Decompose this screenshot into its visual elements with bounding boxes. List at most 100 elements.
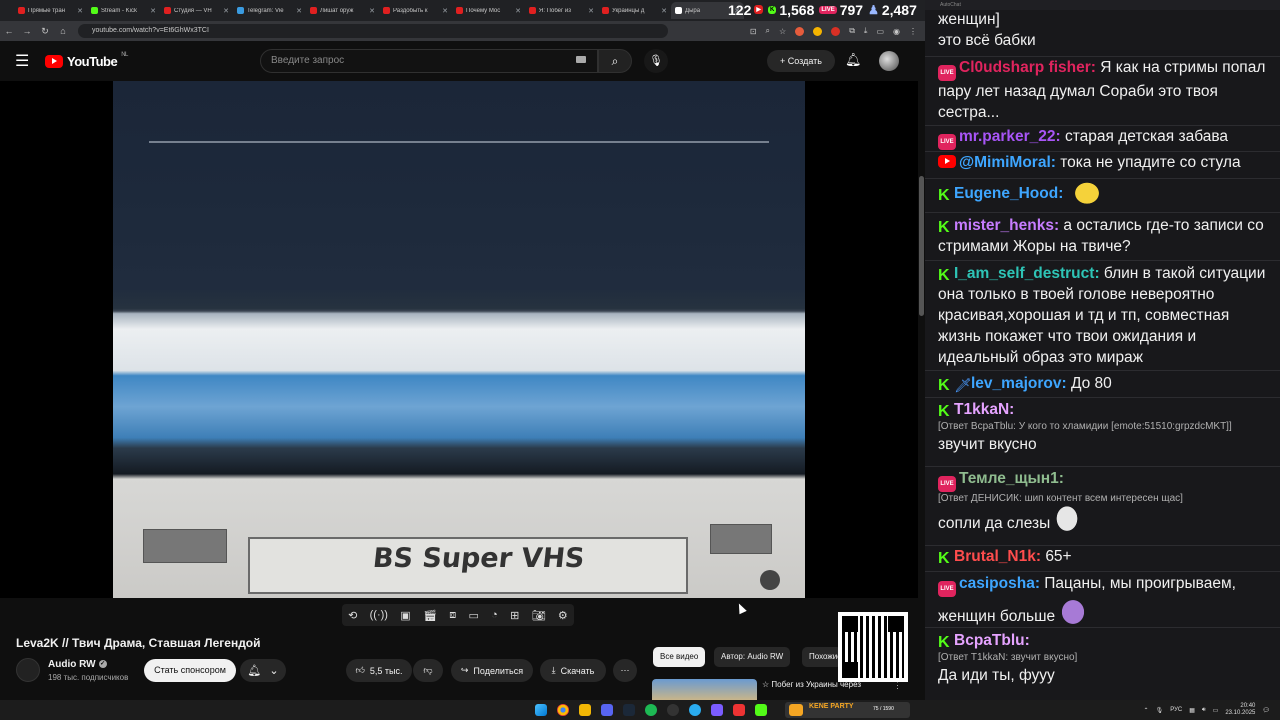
- reload-icon[interactable]: ↻: [36, 26, 54, 37]
- chat-username[interactable]: mister_henks: [954, 217, 1054, 234]
- mic-icon[interactable]: 🎙︎: [1156, 707, 1164, 714]
- browser-tab[interactable]: Лишат оруж ✕: [306, 2, 379, 19]
- channel-name[interactable]: Audio RW ✓: [48, 659, 107, 670]
- recommendation-thumbnail[interactable]: [652, 679, 757, 700]
- browser-tab[interactable]: Stream - Kick ✕: [87, 2, 160, 19]
- keyboard-icon[interactable]: [576, 56, 586, 63]
- app-icon[interactable]: [733, 704, 745, 716]
- share-button[interactable]: ↪ Поделиться: [451, 659, 533, 682]
- speed-icon[interactable]: ◔: [491, 609, 498, 621]
- chip-all-videos[interactable]: Все видео: [653, 647, 706, 667]
- chat-username[interactable]: Темле_щын1: [959, 470, 1059, 487]
- clock[interactable]: 20:40 23.10.2025: [1225, 703, 1255, 717]
- sponsor-button[interactable]: Стать спонсором: [144, 659, 236, 682]
- more-actions-button[interactable]: ⋯: [613, 659, 637, 682]
- chip-similar[interactable]: Похожие: [802, 647, 842, 667]
- video-frame[interactable]: BS Super VHS: [113, 81, 805, 598]
- kick-progress-widget[interactable]: KENE PARTY 75 / 1590: [785, 702, 910, 718]
- browser-tab[interactable]: Студия — VH ✕: [160, 2, 233, 19]
- obs-icon[interactable]: [667, 704, 679, 716]
- browser-tab[interactable]: Почему Мос ✕: [452, 2, 525, 19]
- page-scrollbar[interactable]: [918, 81, 925, 700]
- app-icon[interactable]: [755, 704, 767, 716]
- channel-avatar[interactable]: [16, 658, 40, 682]
- tab-close-icon[interactable]: ✕: [442, 7, 448, 15]
- chat-username[interactable]: @MimiMoral: [959, 154, 1051, 171]
- video-player[interactable]: BS Super VHS: [0, 81, 918, 598]
- browser-tab[interactable]: Раздобыть к ✕: [379, 2, 452, 19]
- like-button[interactable]: 👍︎ 5,5 тыс.: [346, 659, 412, 682]
- app-icon[interactable]: [711, 704, 723, 716]
- notifications-bell-icon[interactable]: 🔔︎: [845, 52, 862, 68]
- theater-icon[interactable]: ▭: [468, 609, 478, 622]
- sidepanel-icon[interactable]: ▭: [876, 27, 884, 36]
- screenshot-icon[interactable]: 📷︎: [532, 609, 546, 622]
- install-icon[interactable]: ⊡: [750, 27, 757, 36]
- scrollbar-thumb[interactable]: [919, 176, 924, 316]
- language-indicator[interactable]: РУС: [1170, 707, 1182, 713]
- chat-username[interactable]: Brutal_N1k: [954, 548, 1036, 565]
- browser-tab[interactable]: Я: Побег из ✕: [525, 2, 598, 19]
- search-button[interactable]: ⌕: [598, 49, 632, 73]
- tab-close-icon[interactable]: ✕: [369, 7, 375, 15]
- hamburger-icon[interactable]: ☰: [15, 51, 31, 71]
- url-field[interactable]: youtube.com/watch?v=Et6GhWx3TCI: [78, 24, 668, 38]
- chevron-up-icon[interactable]: ⌃: [1144, 707, 1149, 714]
- tab-close-icon[interactable]: ✕: [661, 7, 667, 15]
- profile-icon[interactable]: ◉: [893, 27, 900, 36]
- create-button[interactable]: + Создать: [767, 50, 835, 72]
- extension-icon[interactable]: [831, 26, 841, 36]
- subscription-bell-button[interactable]: 🔔︎ ⌄: [240, 659, 286, 682]
- chat-username[interactable]: Cl0udsharp fisher: [959, 59, 1091, 76]
- browser-tab[interactable]: Прямые тран ✕: [14, 2, 87, 19]
- chat-username[interactable]: I_am_self_destruct: [954, 265, 1094, 282]
- youtube-logo[interactable]: YouTube NL: [45, 52, 128, 69]
- browser-tab[interactable]: Telegram: Vie ✕: [233, 2, 306, 19]
- download-button[interactable]: ⤓ Скачать: [540, 659, 606, 682]
- bookmark-star-icon[interactable]: ☆: [779, 27, 786, 36]
- picture-in-picture-icon[interactable]: ⧈: [449, 609, 456, 622]
- loop-icon[interactable]: ⟲: [348, 609, 357, 622]
- explorer-icon[interactable]: [579, 704, 591, 716]
- telegram-icon[interactable]: [689, 704, 701, 716]
- chat-username[interactable]: mr.parker_22: [959, 128, 1056, 145]
- extension-icon[interactable]: [795, 26, 805, 36]
- chat-username[interactable]: casiposha: [959, 575, 1035, 592]
- windows-start-icon[interactable]: [535, 704, 547, 716]
- tab-close-icon[interactable]: ✕: [296, 7, 302, 15]
- spotify-icon[interactable]: [645, 704, 657, 716]
- chrome-icon[interactable]: [557, 704, 569, 716]
- audio-icon[interactable]: ((·)): [370, 609, 388, 621]
- chat-username[interactable]: lev_majorov: [971, 375, 1061, 392]
- forward-icon[interactable]: →: [18, 26, 36, 36]
- puzzle-icon[interactable]: ⧉: [849, 26, 855, 36]
- kebab-menu-icon[interactable]: ⋮: [909, 27, 917, 36]
- browser-tab[interactable]: Украинцы д ✕: [598, 2, 671, 19]
- extension-icon[interactable]: [813, 26, 823, 36]
- voice-search-button[interactable]: 🎙︎: [644, 49, 668, 73]
- home-icon[interactable]: ⌂: [54, 26, 72, 36]
- clapper-icon[interactable]: 🎬︎: [423, 609, 437, 622]
- chat-username[interactable]: Eugene_Hood: [954, 185, 1058, 202]
- cinema-icon[interactable]: ▣: [400, 609, 410, 622]
- tab-close-icon[interactable]: ✕: [223, 7, 229, 15]
- chat-username[interactable]: T1kkaN: [954, 401, 1009, 418]
- add-icon[interactable]: ⊞: [510, 609, 519, 622]
- network-icon[interactable]: ▦: [1189, 707, 1195, 714]
- settings-gear-icon[interactable]: ⚙: [558, 609, 568, 622]
- tab-close-icon[interactable]: ✕: [515, 7, 521, 15]
- battery-icon[interactable]: ▭: [1213, 707, 1219, 714]
- tab-close-icon[interactable]: ✕: [150, 7, 156, 15]
- discord-icon[interactable]: [601, 704, 613, 716]
- steam-icon[interactable]: [623, 704, 635, 716]
- tab-close-icon[interactable]: ✕: [588, 7, 594, 15]
- back-icon[interactable]: ←: [0, 26, 18, 36]
- chat-username[interactable]: BcpaTblu: [954, 632, 1025, 649]
- zoom-icon[interactable]: ⌕: [766, 26, 770, 36]
- search-input[interactable]: Введите запрос: [260, 49, 598, 73]
- downloads-icon[interactable]: ⤓: [864, 26, 868, 36]
- volume-icon[interactable]: 🔊︎: [1202, 707, 1206, 714]
- chip-author[interactable]: Автор: Audio RW: [714, 647, 791, 667]
- notifications-icon[interactable]: 💬︎: [1262, 707, 1270, 714]
- tab-close-icon[interactable]: ✕: [77, 7, 83, 15]
